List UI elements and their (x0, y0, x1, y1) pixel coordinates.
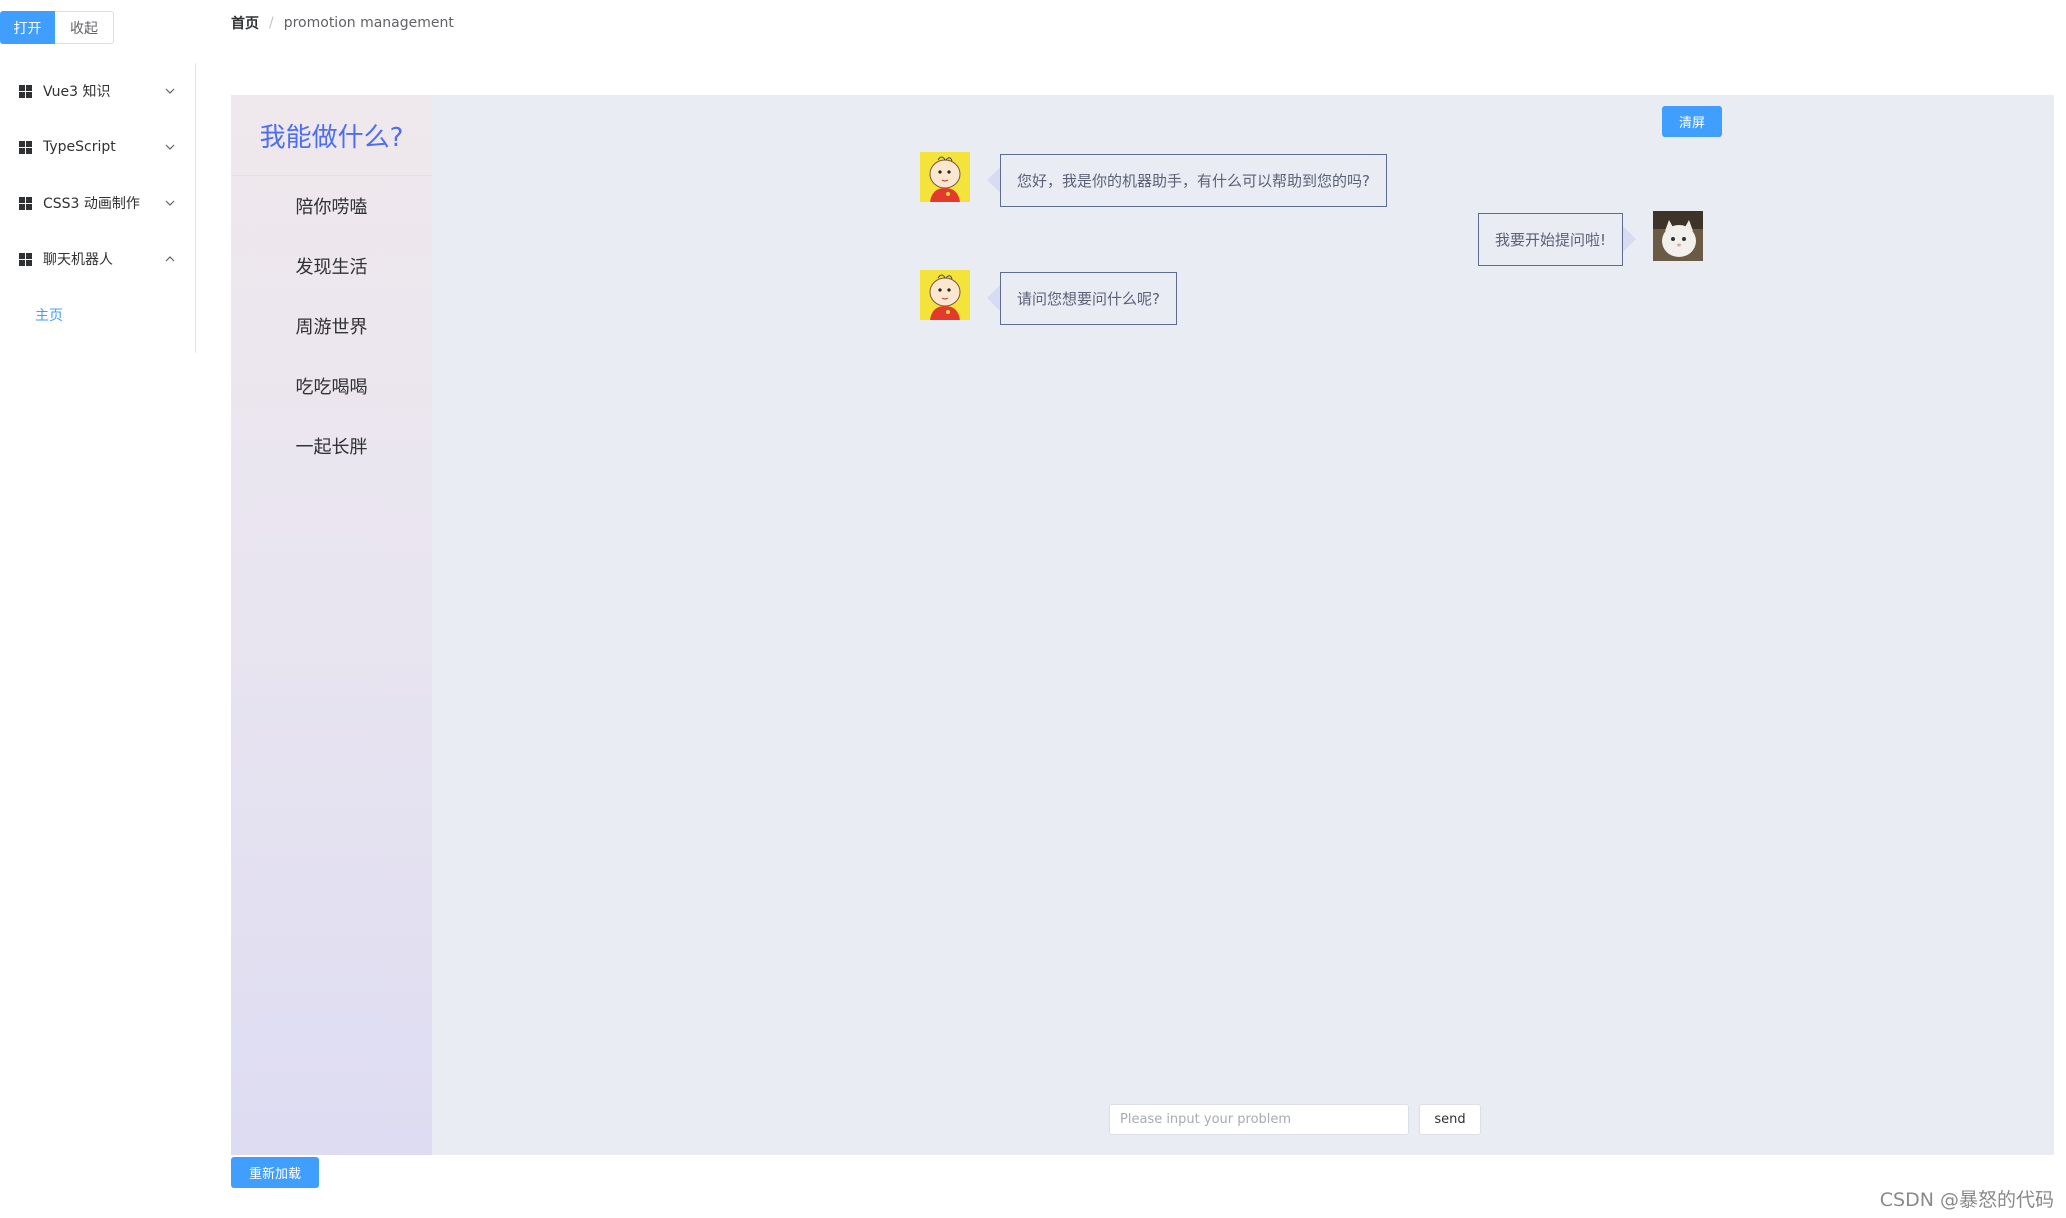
sidebar-item-css3[interactable]: CSS3 动画制作 (0, 175, 195, 231)
chat-input-row: send (1109, 1104, 1481, 1135)
user-avatar (1653, 211, 1704, 261)
capability-item-fat[interactable]: 一起长胖 (231, 416, 432, 476)
capability-item-life[interactable]: 发现生活 (231, 236, 432, 296)
chat-bubble: 请问您想要问什么呢? (987, 272, 1177, 325)
breadcrumb-home[interactable]: 首页 (231, 13, 259, 33)
capability-title: 我能做什么? (231, 95, 432, 176)
sidebar-subitem-home[interactable]: 主页 (0, 287, 195, 343)
capability-item-food[interactable]: 吃吃喝喝 (231, 356, 432, 416)
chevron-up-icon (165, 256, 175, 262)
sidebar-toggle-group: 打开 收起 (0, 11, 114, 44)
capability-menu: 我能做什么? 陪你唠嗑 发现生活 周游世界 吃吃喝喝 一起长胖 (231, 95, 432, 1155)
menu-grid-icon (19, 84, 32, 98)
sidebar-item-label: Vue3 知识 (43, 84, 111, 100)
chevron-down-icon (165, 88, 175, 94)
sidebar-item-typescript[interactable]: TypeScript (0, 119, 195, 175)
send-button[interactable]: send (1419, 1104, 1481, 1135)
sidebar: Vue3 知识 TypeScript CSS3 动画制作 聊天机器人 主页 (0, 63, 196, 353)
chevron-down-icon (165, 200, 175, 206)
sidebar-item-label: CSS3 动画制作 (43, 196, 140, 212)
sidebar-item-label: 聊天机器人 (43, 252, 113, 268)
chat-bubble: 我要开始提问啦! (1478, 213, 1637, 266)
chevron-down-icon (165, 144, 175, 150)
watermark: CSDN @暴怒的代码 (1879, 1189, 2054, 1211)
capability-item-chat[interactable]: 陪你唠嗑 (231, 176, 432, 236)
chat-message-user: 我要开始提问啦! (1478, 211, 1704, 266)
breadcrumb: 首页 / promotion management (231, 13, 454, 33)
reload-button[interactable]: 重新加载 (231, 1157, 319, 1188)
breadcrumb-separator: / (269, 15, 274, 31)
menu-grid-icon (19, 196, 32, 210)
chat-message-bot: 您好，我是你的机器助手，有什么可以帮助到您的吗? (920, 152, 1387, 207)
bot-avatar (920, 152, 970, 202)
clear-screen-button[interactable]: 清屏 (1662, 106, 1722, 137)
breadcrumb-current: promotion management (283, 15, 454, 31)
menu-grid-icon (19, 252, 32, 266)
open-button[interactable]: 打开 (0, 11, 55, 44)
chat-message-bot: 请问您想要问什么呢? (920, 270, 1177, 325)
menu-grid-icon (19, 140, 32, 154)
sidebar-item-label: TypeScript (43, 139, 116, 155)
problem-input[interactable] (1109, 1104, 1409, 1135)
sidebar-item-chatbot[interactable]: 聊天机器人 (0, 231, 195, 287)
capability-item-travel[interactable]: 周游世界 (231, 296, 432, 356)
chat-panel: 我能做什么? 陪你唠嗑 发现生活 周游世界 吃吃喝喝 一起长胖 清屏 您好，我是… (231, 95, 2054, 1155)
sidebar-item-vue3[interactable]: Vue3 知识 (0, 63, 195, 119)
chat-bubble: 您好，我是你的机器助手，有什么可以帮助到您的吗? (987, 154, 1387, 207)
bot-avatar (920, 270, 970, 320)
collapse-button[interactable]: 收起 (55, 11, 114, 44)
